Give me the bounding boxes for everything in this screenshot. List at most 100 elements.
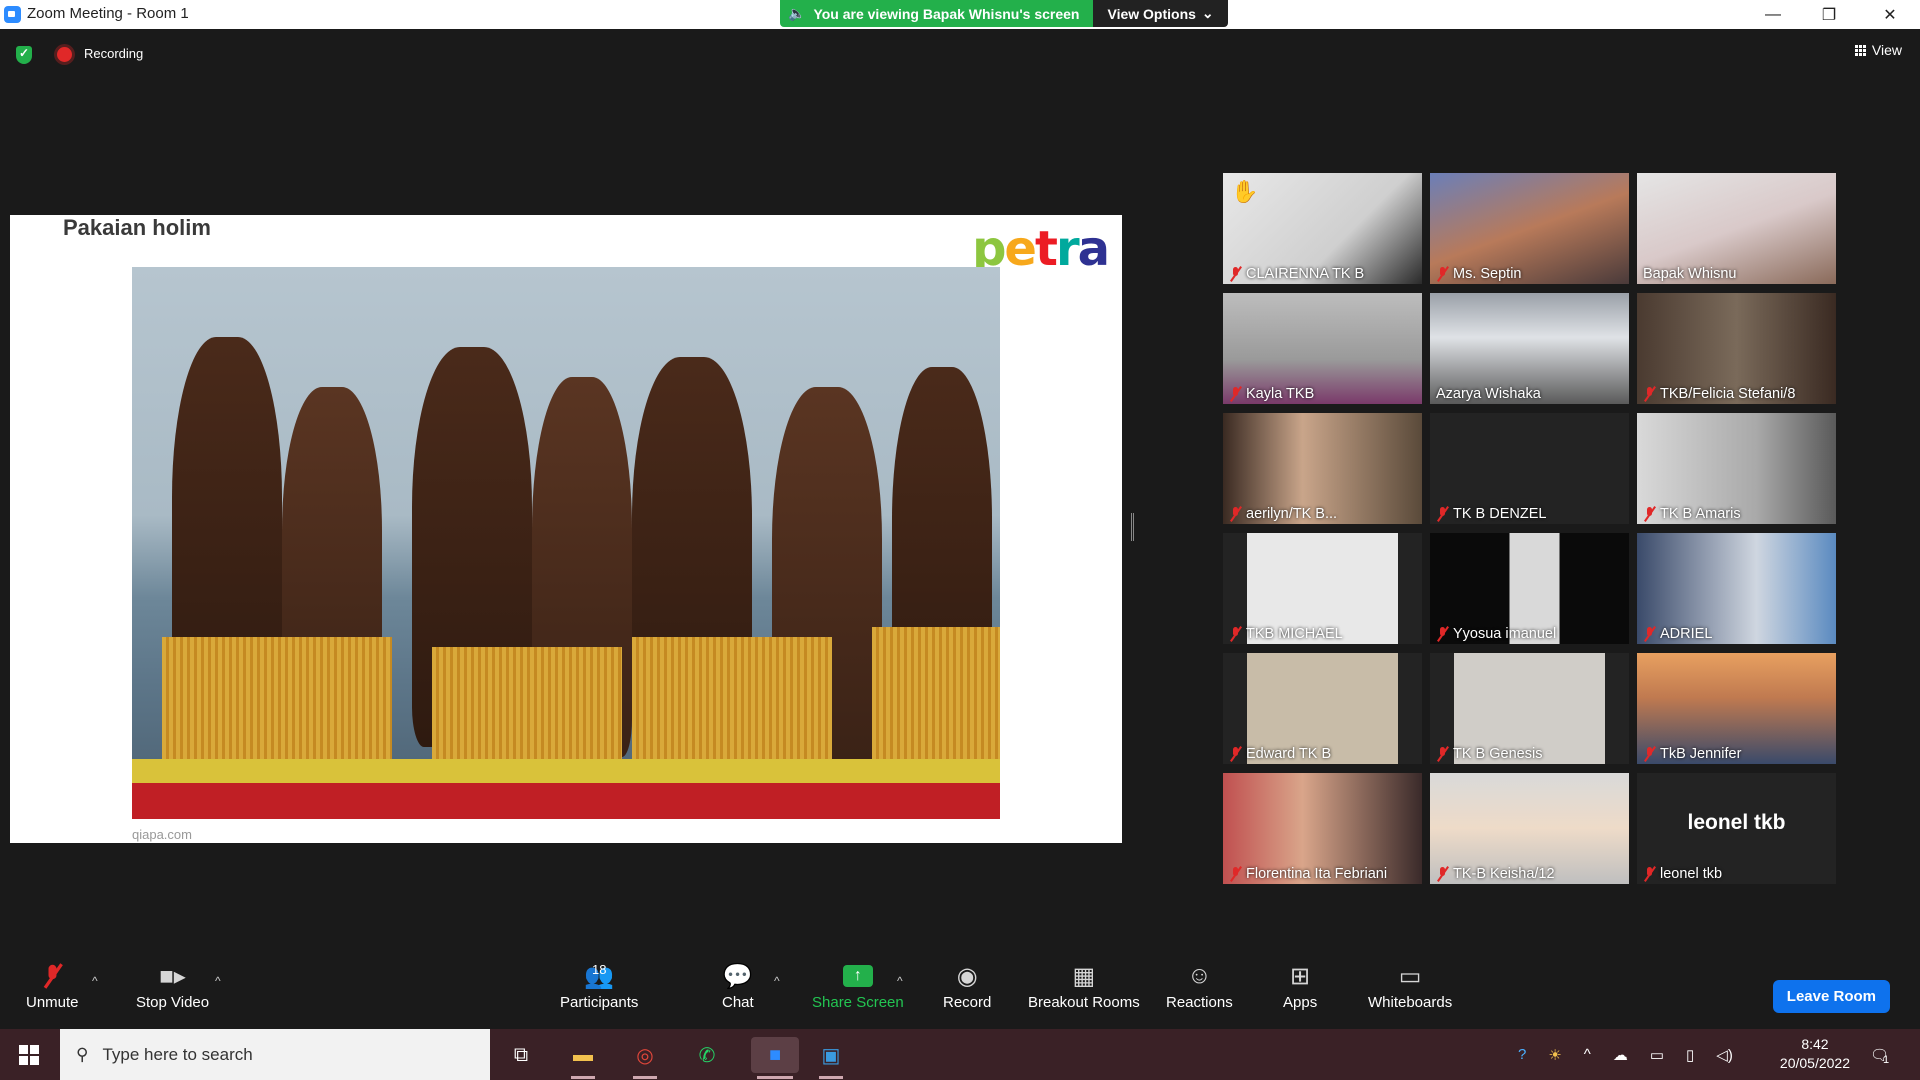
participant-tile[interactable]: Ms. Septin [1430,173,1629,284]
mic-muted-icon [1643,506,1656,522]
volume-icon[interactable]: ◁) [1716,1046,1733,1064]
mic-muted-icon [1643,626,1656,642]
participant-name: Yyosua imanuel [1453,626,1557,642]
participant-tile[interactable]: ✋ CLAIRENNA TK B [1223,173,1422,284]
participant-name: TK B Genesis [1453,746,1543,762]
participant-tile[interactable]: Bapak Whisnu [1637,173,1836,284]
onedrive-icon[interactable]: ☁ [1613,1046,1628,1064]
participant-tile[interactable]: TK B Amaris [1637,413,1836,524]
participant-tile[interactable]: Yyosua imanuel [1430,533,1629,644]
chat-button[interactable]: 💬 Chat [722,958,754,1012]
chevron-up-icon[interactable]: ^ [1584,1046,1591,1063]
network-icon[interactable]: ▭ [1650,1046,1664,1064]
notification-count: 1 [1883,1053,1890,1066]
clock-date: 20/05/2022 [1779,1055,1850,1071]
restore-button[interactable]: ❐ [1801,0,1857,29]
whiteboard-icon: ▭ [1398,962,1422,990]
participant-tile[interactable]: TK B DENZEL [1430,413,1629,524]
whiteboards-button[interactable]: ▭ Whiteboards [1368,958,1452,1012]
view-options-button[interactable]: View Options ⌄ [1093,0,1228,27]
participant-name: CLAIRENNA TK B [1246,266,1365,282]
viewing-banner: 🔈 You are viewing Bapak Whisnu's screen … [780,0,1228,27]
system-tray: ? ☀ ^ ☁ ▭ ▯ ◁) [1518,1029,1733,1080]
recording-dot-icon [57,47,72,62]
slide-caption: qiapa.com [132,827,192,842]
participant-name: TK-B Keisha/12 [1453,866,1555,882]
whatsapp-icon[interactable]: ✆ [689,1037,725,1073]
window-title: Zoom Meeting - Room 1 [27,5,189,22]
search-icon: ⚲ [76,1044,89,1064]
zoom-taskbar-icon[interactable]: ■ [751,1037,799,1079]
unmute-label: Unmute [26,994,79,1011]
share-screen-label: Share Screen [812,994,904,1011]
battery-icon[interactable]: ▯ [1686,1046,1694,1064]
mic-muted-icon [1436,626,1449,642]
notification-center-button[interactable]: 🗨 1 [1870,1029,1889,1080]
breakout-rooms-icon: ▦ [1072,962,1096,990]
meeting-toolbar: Unmute ^ ■▸ Stop Video ^ 👥 18 Participan… [0,958,1920,1028]
share-screen-button[interactable]: ↑ Share Screen [812,958,904,1011]
participant-tile[interactable]: TKB/Felicia Stefani/8 [1637,293,1836,404]
chevron-down-icon: ⌄ [1201,5,1214,21]
unmute-button[interactable]: Unmute [26,958,79,1011]
task-view-icon[interactable]: ⧉ [503,1037,539,1073]
encryption-shield-icon[interactable] [16,46,32,64]
raised-hand-icon: ✋ [1231,179,1259,204]
mic-muted-icon [1643,386,1656,402]
viewing-text: You are viewing Bapak Whisnu's screen [813,5,1080,22]
participant-tile[interactable]: TkB Jennifer [1637,653,1836,764]
audio-options-caret[interactable]: ^ [92,974,98,988]
photos-icon[interactable]: ▣ [813,1037,849,1079]
taskbar-clock[interactable]: 8:42 20/05/2022 [1780,1035,1850,1073]
file-explorer-icon[interactable]: ▬ [565,1037,601,1079]
apps-icon: ⊞ [1290,962,1311,990]
participant-tile[interactable]: Edward TK B [1223,653,1422,764]
stop-video-button[interactable]: ■▸ Stop Video [136,958,210,1012]
mic-muted-icon [1229,746,1242,762]
video-camera-icon: ■▸ [159,962,186,990]
reactions-label: Reactions [1166,994,1233,1011]
share-options-caret[interactable]: ^ [897,974,903,988]
participant-name: Florentina Ita Febriani [1246,866,1388,882]
participant-tile[interactable]: TK B Genesis [1430,653,1629,764]
leave-room-button[interactable]: Leave Room [1772,980,1890,1013]
taskbar-search[interactable]: ⚲ Type here to search [60,1029,490,1080]
participant-name: Bapak Whisnu [1643,266,1737,282]
participant-name: TKB/Felicia Stefani/8 [1660,386,1796,402]
record-label: Record [943,994,992,1011]
view-button[interactable]: View [1854,42,1902,58]
close-button[interactable]: ✕ [1862,0,1918,29]
participant-tile[interactable]: aerilyn/TK B... [1223,413,1422,524]
video-options-caret[interactable]: ^ [215,974,221,988]
search-placeholder: Type here to search [102,1044,253,1064]
participant-name: ADRIEL [1660,626,1713,642]
participant-name: TkB Jennifer [1660,746,1742,762]
participant-tile[interactable]: Florentina Ita Febriani [1223,773,1422,884]
shared-screen[interactable]: Pakaian holim petra qiapa.com [10,215,1122,843]
minimize-button[interactable]: — [1745,0,1801,29]
participants-button[interactable]: 👥 18 Participants [560,958,638,1011]
participant-tile-active-speaker[interactable]: Azarya Wishaka [1430,293,1629,404]
stop-video-label: Stop Video [136,994,210,1011]
help-icon[interactable]: ? [1518,1046,1526,1063]
participant-tile[interactable]: TK-B Keisha/12 [1430,773,1629,884]
chat-bubble-icon: 💬 [722,962,753,990]
windows-logo-icon [19,1044,39,1065]
participant-tile[interactable]: Kayla TKB [1223,293,1422,404]
record-button[interactable]: ◉ Record [943,958,992,1012]
participants-label: Participants [560,994,639,1011]
weather-icon[interactable]: ☀ [1548,1046,1561,1064]
participant-tile[interactable]: leonel tkb leonel tkb [1637,773,1836,884]
boat-hull [132,759,1000,819]
start-button[interactable] [0,1029,58,1080]
participant-tile[interactable]: ADRIEL [1637,533,1836,644]
mic-muted-icon [1229,866,1242,882]
apps-button[interactable]: ⊞ Apps [1283,958,1317,1012]
windows-taskbar: ⚲ Type here to search ⧉ ▬ ◎ ✆ ■ ▣ ? ☀ ^ … [0,1029,1920,1080]
chat-options-caret[interactable]: ^ [774,974,780,988]
breakout-rooms-button[interactable]: ▦ Breakout Rooms [1028,958,1140,1012]
reactions-button[interactable]: ☺ Reactions [1166,958,1233,1011]
participant-tile[interactable]: TKB MICHAEL [1223,533,1422,644]
splitter-handle[interactable] [1131,513,1134,541]
chrome-icon[interactable]: ◎ [627,1037,663,1079]
